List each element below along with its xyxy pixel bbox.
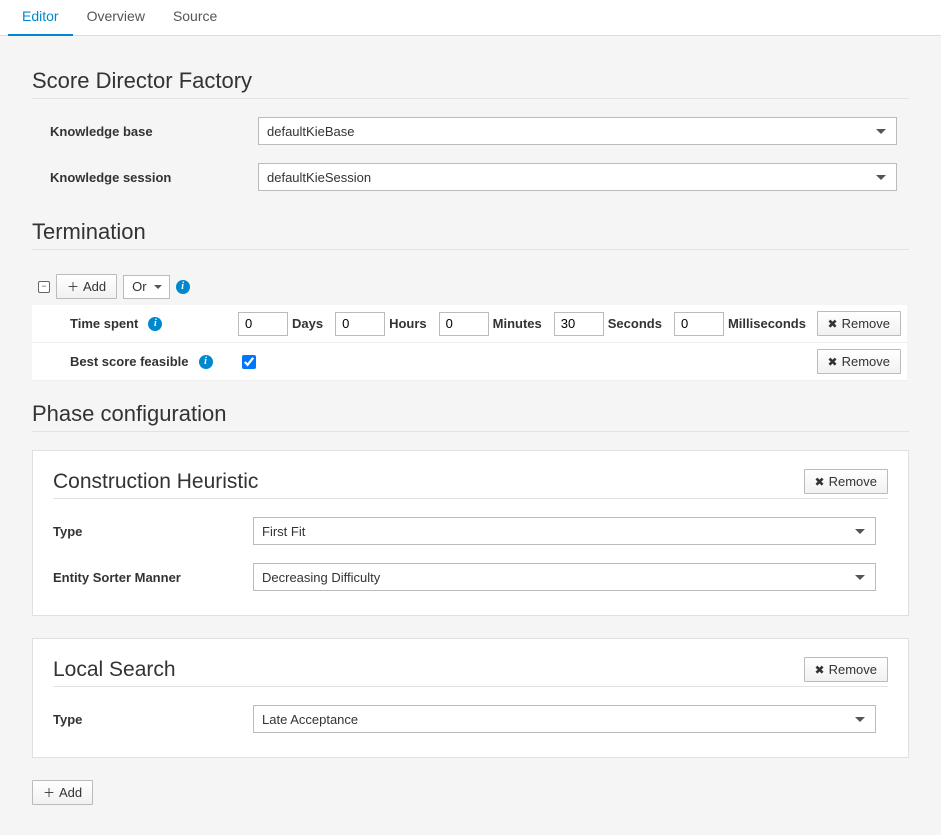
remove-label: Remove	[829, 474, 877, 489]
milliseconds-input[interactable]	[674, 312, 724, 336]
divider	[53, 686, 888, 687]
ch-sorter-label: Entity Sorter Manner	[53, 570, 253, 585]
close-icon: ✖	[815, 664, 825, 676]
best-score-row: Best score feasible i ✖ Remove	[32, 343, 907, 381]
termination-composition-select[interactable]: Or	[123, 275, 169, 299]
plus-icon: ＋	[67, 281, 79, 293]
ch-type-row: Type First Fit	[53, 517, 888, 545]
termination-title: Termination	[32, 219, 909, 245]
construction-heuristic-panel: Construction Heuristic ✖ Remove Type Fir…	[32, 450, 909, 616]
termination-container: − ＋ Add Or i Time spent i Days Hours Min…	[32, 268, 909, 381]
seconds-input[interactable]	[554, 312, 604, 336]
remove-time-spent-button[interactable]: ✖ Remove	[817, 311, 901, 336]
days-input[interactable]	[238, 312, 288, 336]
ch-sorter-row: Entity Sorter Manner Decreasing Difficul…	[53, 563, 888, 591]
remove-ls-button[interactable]: ✖ Remove	[804, 657, 888, 682]
close-icon: ✖	[828, 318, 838, 330]
hours-unit: Hours	[389, 316, 427, 331]
remove-label: Remove	[842, 316, 890, 331]
local-search-panel: Local Search ✖ Remove Type Late Acceptan…	[32, 638, 909, 758]
knowledge-base-select[interactable]: defaultKieBase	[258, 117, 897, 145]
ls-type-row: Type Late Acceptance	[53, 705, 888, 733]
best-score-label-wrap: Best score feasible i	[70, 354, 238, 369]
add-termination-button[interactable]: ＋ Add	[56, 274, 117, 299]
divider	[53, 498, 888, 499]
ls-type-label: Type	[53, 712, 253, 727]
ls-header: Local Search ✖ Remove	[53, 657, 888, 682]
divider	[32, 249, 909, 250]
minutes-unit: Minutes	[493, 316, 542, 331]
tab-overview[interactable]: Overview	[73, 0, 159, 36]
tab-bar: Editor Overview Source	[0, 0, 941, 36]
knowledge-session-label: Knowledge session	[50, 170, 258, 185]
time-spent-label: Time spent	[70, 316, 138, 331]
tab-editor[interactable]: Editor	[8, 0, 73, 36]
ch-header: Construction Heuristic ✖ Remove	[53, 469, 888, 494]
info-icon[interactable]: i	[199, 355, 213, 369]
best-score-control	[238, 352, 817, 372]
best-score-checkbox[interactable]	[242, 355, 256, 369]
ch-type-value: First Fit	[262, 524, 305, 539]
info-icon[interactable]: i	[176, 280, 190, 294]
knowledge-base-row: Knowledge base defaultKieBase	[32, 117, 909, 145]
milliseconds-unit: Milliseconds	[728, 316, 806, 331]
remove-label: Remove	[829, 662, 877, 677]
ls-type-value: Late Acceptance	[262, 712, 358, 727]
knowledge-base-label: Knowledge base	[50, 124, 258, 139]
add-termination-label: Add	[83, 279, 106, 294]
remove-ch-button[interactable]: ✖ Remove	[804, 469, 888, 494]
minutes-input[interactable]	[439, 312, 489, 336]
editor-content: Score Director Factory Knowledge base de…	[0, 36, 941, 835]
best-score-label: Best score feasible	[70, 354, 189, 369]
seconds-unit: Seconds	[608, 316, 662, 331]
hours-input[interactable]	[335, 312, 385, 336]
divider	[32, 98, 909, 99]
days-unit: Days	[292, 316, 323, 331]
time-spent-row: Time spent i Days Hours Minutes Seconds …	[32, 305, 907, 343]
ch-sorter-value: Decreasing Difficulty	[262, 570, 380, 585]
info-icon[interactable]: i	[148, 317, 162, 331]
collapse-icon[interactable]: −	[38, 281, 50, 293]
tab-source[interactable]: Source	[159, 0, 231, 36]
knowledge-base-value: defaultKieBase	[267, 124, 354, 139]
knowledge-session-select[interactable]: defaultKieSession	[258, 163, 897, 191]
score-director-title: Score Director Factory	[32, 68, 909, 94]
termination-composition-value: Or	[132, 279, 146, 294]
plus-icon: ＋	[43, 787, 55, 799]
remove-label: Remove	[842, 354, 890, 369]
termination-header: − ＋ Add Or i	[32, 268, 907, 305]
ch-title: Construction Heuristic	[53, 470, 804, 494]
divider	[32, 431, 909, 432]
add-phase-label: Add	[59, 785, 82, 800]
knowledge-session-row: Knowledge session defaultKieSession	[32, 163, 909, 191]
phase-config-title: Phase configuration	[32, 401, 909, 427]
time-spent-inputs: Days Hours Minutes Seconds Milliseconds	[238, 312, 817, 336]
add-phase-button[interactable]: ＋ Add	[32, 780, 93, 805]
remove-best-score-button[interactable]: ✖ Remove	[817, 349, 901, 374]
time-spent-label-wrap: Time spent i	[70, 316, 238, 331]
knowledge-session-value: defaultKieSession	[267, 170, 371, 185]
close-icon: ✖	[828, 356, 838, 368]
ch-type-label: Type	[53, 524, 253, 539]
ch-type-select[interactable]: First Fit	[253, 517, 876, 545]
close-icon: ✖	[815, 476, 825, 488]
ls-title: Local Search	[53, 658, 804, 682]
ls-type-select[interactable]: Late Acceptance	[253, 705, 876, 733]
ch-sorter-select[interactable]: Decreasing Difficulty	[253, 563, 876, 591]
